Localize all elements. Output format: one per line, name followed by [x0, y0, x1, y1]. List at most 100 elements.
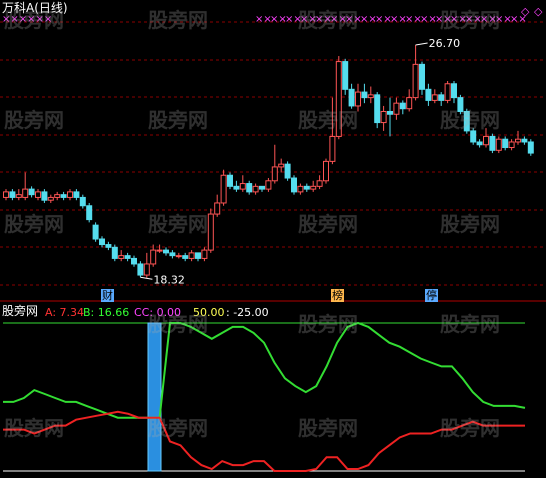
badge-ranking[interactable]: 榜: [331, 289, 344, 302]
badge-suspend[interactable]: 停: [425, 289, 438, 302]
high-arrow: [415, 42, 428, 46]
candle-body: [316, 180, 323, 187]
stock-chart[interactable]: ××××××××××××××××××××××××××××××××××××××××…: [0, 0, 546, 478]
candle-body: [124, 255, 131, 259]
candle-body: [105, 244, 112, 248]
candle-body: [521, 138, 528, 143]
watermark: 股旁网: [440, 312, 500, 336]
candle-body: [41, 191, 48, 201]
high-price-label: 26.70: [429, 37, 461, 50]
diamond-icon: ◇: [534, 5, 543, 18]
candle-body: [278, 163, 285, 168]
candle-body: [239, 183, 246, 190]
candle-body: [431, 94, 438, 101]
candle-body: [195, 252, 201, 259]
candle-body: [252, 185, 259, 193]
candle-body: [291, 177, 297, 193]
price-annotations: 26.70 18.32: [140, 37, 460, 286]
candle-body: [47, 196, 54, 201]
watermark: 股旁网: [148, 312, 208, 336]
candle-body: [387, 110, 393, 115]
watermark: 股旁网: [298, 8, 358, 32]
watermark: 股旁网: [4, 8, 64, 32]
price-grid: [0, 21, 546, 286]
signal-bar: [147, 322, 162, 472]
candle-body: [175, 255, 182, 258]
candle-body: [99, 238, 105, 246]
candle-body: [342, 61, 349, 90]
watermark: 股旁网: [148, 212, 208, 236]
watermark: 股旁网: [440, 212, 500, 236]
candle-body: [374, 94, 381, 124]
candle-body: [406, 97, 413, 110]
watermark: 股旁网: [148, 8, 208, 32]
candle-body: [220, 174, 227, 204]
candle-body: [323, 160, 329, 182]
candle-body: [527, 141, 534, 154]
candle-body: [86, 205, 93, 221]
candle-body: [3, 191, 9, 198]
candle-body: [361, 91, 368, 99]
candle-body: [131, 257, 137, 265]
candle-body: [143, 263, 150, 276]
watermark: 股旁网: [148, 108, 208, 132]
candle-body: [207, 213, 214, 251]
candle-body: [35, 191, 41, 198]
watermark: 股旁网: [4, 108, 64, 132]
candle-body: [54, 194, 61, 198]
candle-body: [28, 188, 35, 196]
candle-body: [150, 249, 157, 265]
watermark: 股旁网: [4, 212, 64, 236]
candle-body: [137, 263, 144, 276]
watermark: 股旁网: [440, 416, 500, 440]
candle-body: [271, 166, 278, 182]
watermark: 股旁网: [298, 212, 358, 236]
watermark: 股旁网: [298, 108, 358, 132]
candle-body: [495, 138, 502, 151]
watermark: 股旁网: [440, 8, 500, 32]
indicator-name: 股旁网: [2, 304, 39, 318]
candle-body: [118, 255, 125, 259]
candle-body: [502, 138, 509, 149]
candle-body: [476, 141, 483, 146]
candle-body: [163, 249, 169, 254]
candle-body: [22, 188, 29, 198]
candle-body: [188, 252, 195, 259]
watermark: 股旁网: [440, 108, 500, 132]
candle-body: [393, 102, 400, 115]
candle-body: [419, 63, 425, 90]
candle-body: [438, 94, 445, 101]
indicator-panel: [3, 321, 526, 472]
candle-body: [329, 135, 336, 162]
candle-body: [73, 191, 80, 198]
candle-body: [156, 249, 163, 252]
watermark: 股旁网: [298, 416, 358, 440]
candle-body: [111, 246, 118, 259]
badge-finance[interactable]: 财: [101, 289, 114, 302]
candle-body: [227, 174, 233, 187]
candle-body: [399, 102, 406, 110]
candle-body: [303, 185, 310, 190]
candle-body: [310, 185, 317, 190]
candle-body: [92, 224, 99, 240]
indicator-b-value: B: 16.66: [83, 306, 130, 319]
candle-body: [182, 255, 189, 259]
candle-body: [508, 141, 515, 149]
candle-body: [67, 191, 73, 198]
indicator-neg-value: : -25.00: [226, 306, 269, 319]
candlestick-series: [3, 44, 534, 278]
candle-body: [79, 196, 86, 207]
diamond-icon: ◇: [521, 5, 530, 18]
candle-body: [297, 185, 304, 193]
indicator-a-value: A: 7.34: [45, 306, 85, 319]
watermark: 股旁网: [298, 312, 358, 336]
candle-body: [284, 163, 291, 179]
candle-body: [214, 202, 221, 215]
candle-body: [483, 135, 489, 146]
candle-body: [380, 110, 387, 124]
candle-body: [367, 94, 374, 99]
candle-body: [489, 135, 496, 151]
candle-body: [60, 194, 67, 198]
candle-body: [169, 252, 176, 257]
candle-body: [515, 138, 521, 143]
